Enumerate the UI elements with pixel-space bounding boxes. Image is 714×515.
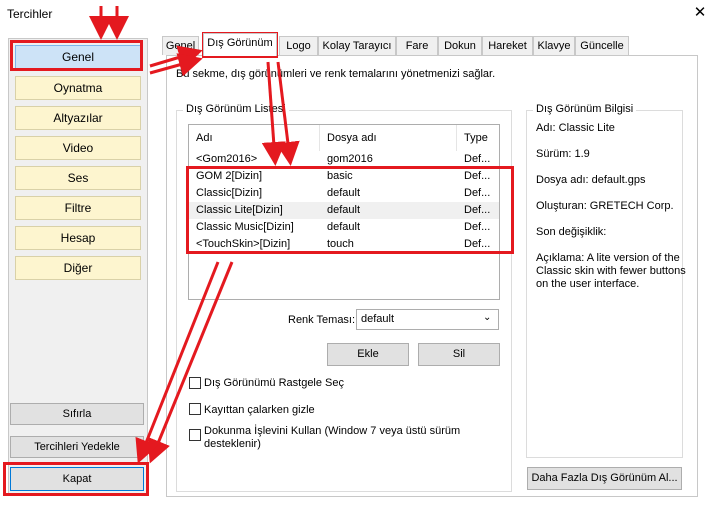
column-header-name[interactable]: Adı [189, 125, 320, 151]
skin-info-version: Sürüm: 1.9 [536, 148, 590, 160]
tab-guncelle[interactable]: Güncelle [575, 36, 629, 55]
table-row-selected[interactable]: Classic Lite[Dizin] default Def... [189, 202, 499, 219]
touch-function-label: Dokunma İşlevini Kullan (Window 7 veya ü… [204, 425, 461, 437]
color-theme-label: Renk Teması: [288, 314, 356, 326]
table-row[interactable]: <Gom2016> gom2016 Def... [189, 151, 499, 168]
cell-type: Def... [464, 204, 491, 216]
close-button[interactable]: Kapat [10, 467, 144, 491]
cell-type: Def... [464, 170, 491, 182]
skin-list[interactable]: Adı Dosya adı Type <Gom2016> gom2016 Def… [188, 124, 500, 300]
column-header-file[interactable]: Dosya adı [320, 125, 457, 151]
column-header-type[interactable]: Type [457, 125, 499, 151]
cell-file: gom2016 [327, 153, 373, 165]
category-panel: Genel Oynatma Altyazılar Video Ses Filtr… [8, 38, 148, 494]
delete-button[interactable]: Sil [418, 343, 500, 366]
cell-type: Def... [464, 238, 491, 250]
cell-name: Classic Music[Dizin] [196, 221, 294, 233]
skin-info-name: Adı: Classic Lite [536, 122, 615, 134]
cell-file: default [327, 204, 361, 216]
tab-description: Bu sekme, dış görünümleri ve renk temala… [176, 68, 496, 80]
tab-logo[interactable]: Logo [279, 36, 318, 55]
cell-name: Classic Lite[Dizin] [196, 204, 283, 216]
category-ses[interactable]: Ses [15, 166, 141, 190]
close-icon[interactable]: ✕ [690, 3, 710, 23]
cell-file: touch [327, 238, 354, 250]
skin-info-desc-line2: Classic skin with fewer buttons [536, 265, 686, 277]
category-oynatma[interactable]: Oynatma [15, 76, 141, 100]
window-title: Tercihler [7, 7, 53, 21]
category-video[interactable]: Video [15, 136, 141, 160]
tab-dokun[interactable]: Dokun [438, 36, 482, 55]
category-diger[interactable]: Diğer [15, 256, 141, 280]
skin-info-desc-line1: Açıklama: A lite version of the [536, 252, 680, 264]
random-skin-label: Dış Görünümü Rastgele Seç [204, 377, 345, 389]
reset-button[interactable]: Sıfırla [10, 403, 144, 425]
skin-info-modified: Son değişiklik: [536, 226, 607, 238]
category-genel[interactable]: Genel [15, 45, 141, 69]
skin-info-author: Oluşturan: GRETECH Corp. [536, 200, 674, 212]
chevron-down-icon: ⌄ [483, 312, 492, 323]
tab-fare[interactable]: Fare [396, 36, 438, 55]
category-filtre[interactable]: Filtre [15, 196, 141, 220]
cell-name: GOM 2[Dizin] [196, 170, 263, 182]
tab-kolay-tarayici[interactable]: Kolay Tarayıcı [318, 36, 396, 55]
cell-file: basic [327, 170, 353, 182]
tab-genel[interactable]: Genel [162, 36, 199, 55]
cell-name: <TouchSkin>[Dizin] [196, 238, 291, 250]
color-theme-value: default [361, 313, 395, 325]
tab-klavye[interactable]: Klavye [533, 36, 575, 55]
cell-name: <Gom2016> [196, 153, 258, 165]
category-altyazilar[interactable]: Altyazılar [15, 106, 141, 130]
random-skin-checkbox[interactable] [189, 377, 201, 389]
get-more-skins-button[interactable]: Daha Fazla Dış Görünüm Al... [527, 467, 682, 490]
table-row[interactable]: GOM 2[Dizin] basic Def... [189, 168, 499, 185]
cell-name: Classic[Dizin] [196, 187, 263, 199]
skin-list-legend: Dış Görünüm Listesi [183, 103, 289, 115]
touch-function-checkbox[interactable] [189, 429, 201, 441]
backup-preferences-button[interactable]: Tercihleri Yedekle [10, 436, 144, 458]
skin-info-file: Dosya adı: default.gps [536, 174, 646, 186]
cell-type: Def... [464, 187, 491, 199]
hide-while-playing-label: Kayıttan çalarken gizle [204, 404, 315, 416]
skin-info-legend: Dış Görünüm Bilgisi [533, 103, 637, 115]
tab-hareket[interactable]: Hareket [482, 36, 533, 55]
title-bar: Tercihler ✕ [0, 0, 714, 28]
cell-file: default [327, 221, 361, 233]
add-button[interactable]: Ekle [327, 343, 409, 366]
table-row[interactable]: <TouchSkin>[Dizin] touch Def... [189, 236, 499, 253]
touch-function-label-line2: desteklenir) [204, 438, 261, 450]
table-row[interactable]: Classic[Dizin] default Def... [189, 185, 499, 202]
category-hesap[interactable]: Hesap [15, 226, 141, 250]
color-theme-select[interactable]: default ⌄ [356, 309, 499, 330]
cell-type: Def... [464, 153, 491, 165]
tab-dis-gorunum[interactable]: Dış Görünüm [203, 33, 277, 56]
hide-while-playing-checkbox[interactable] [189, 403, 201, 415]
cell-file: default [327, 187, 361, 199]
cell-type: Def... [464, 221, 491, 233]
skin-info-desc-line3: on the user interface. [536, 278, 640, 290]
table-row[interactable]: Classic Music[Dizin] default Def... [189, 219, 499, 236]
